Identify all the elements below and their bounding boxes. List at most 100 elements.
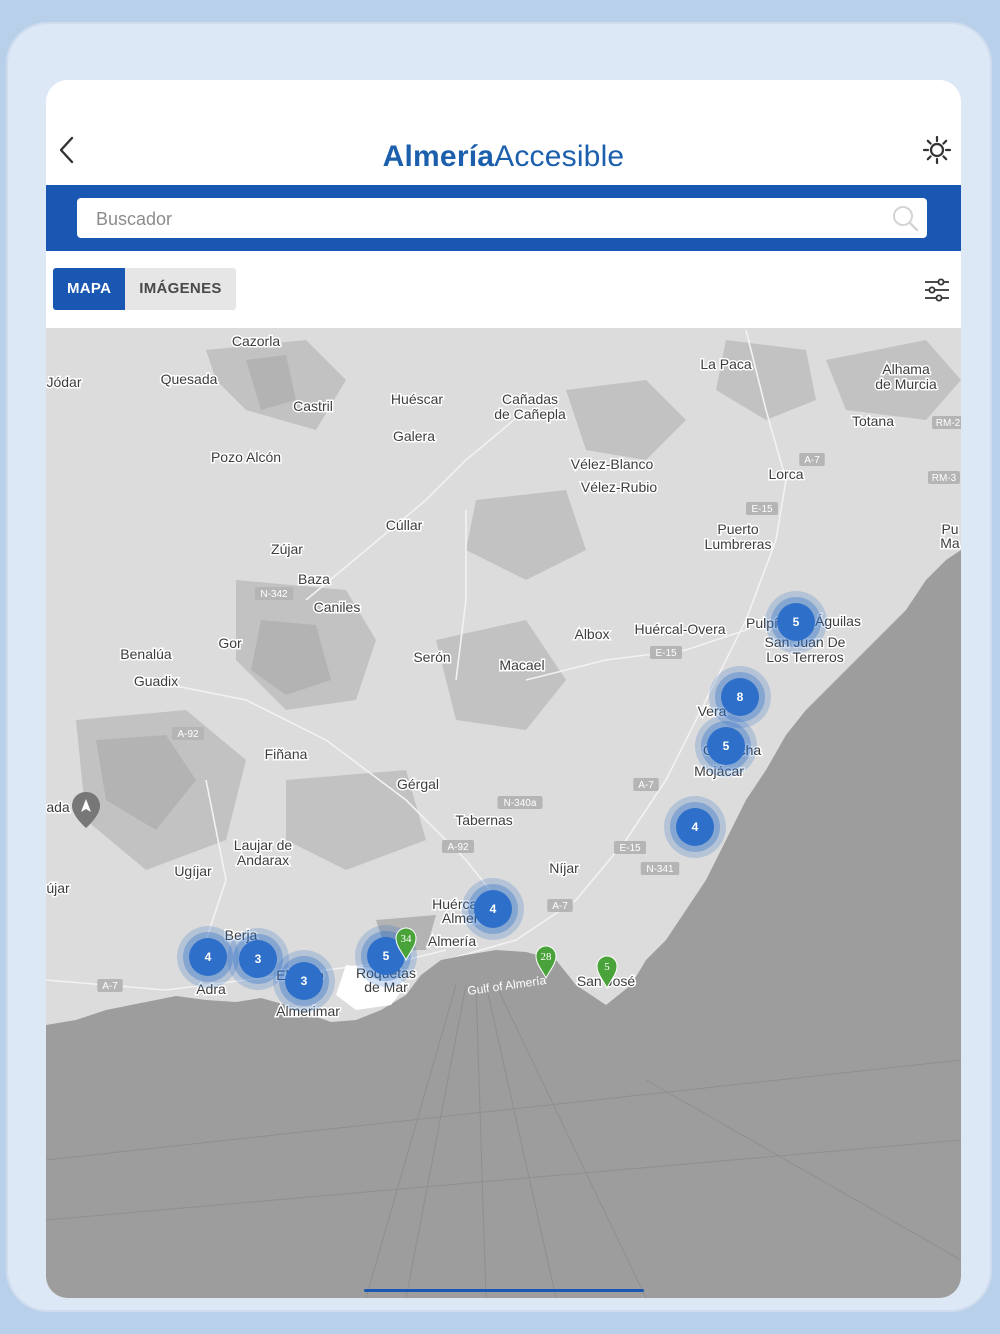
place-label: Albox [574, 626, 609, 642]
road-shield: RM-2 [932, 416, 961, 429]
cluster-marker[interactable]: 4 [664, 796, 726, 858]
app-logo: AlmeríaAccesible [46, 140, 961, 174]
cluster-count: 5 [383, 949, 390, 963]
cluster-count: 4 [205, 950, 212, 964]
cluster-marker[interactable]: 3 [273, 950, 335, 1012]
road-label: N-340a [504, 798, 537, 809]
place-label: de Cañepla [494, 406, 566, 422]
place-label: Vélez-Rubio [581, 479, 657, 495]
place-label: Vélez-Blanco [571, 456, 654, 472]
place-label: La Paca [700, 356, 752, 372]
place-label: de Murcia [875, 376, 937, 392]
tab-mapa[interactable]: MAPA [53, 268, 126, 310]
cluster-count: 5 [793, 615, 800, 629]
road-shield: A-7 [633, 778, 659, 791]
place-label: Macael [499, 657, 544, 673]
cluster-count: 4 [692, 820, 699, 834]
road-label: A-92 [177, 729, 199, 740]
road-label: N-342 [260, 589, 288, 600]
search-icon[interactable] [891, 204, 919, 232]
place-label: Cúllar [386, 517, 423, 533]
view-tabs: MAPA IMÁGENES [53, 268, 236, 310]
place-label: Andarax [237, 852, 289, 868]
map-view[interactable]: Cazorla Quesada Jódar Castril Huéscar Cañadas… [46, 328, 961, 1298]
cluster-marker[interactable]: 5 [695, 715, 757, 777]
road-shield: RM-3 [928, 471, 960, 484]
place-label: Ma [940, 535, 960, 551]
settings-button[interactable] [921, 134, 953, 166]
place-label: Zújar [271, 541, 303, 557]
place-label: Gérgal [397, 776, 439, 792]
place-label: Lumbreras [705, 536, 772, 552]
place-label: Serón [413, 649, 450, 665]
cluster-count: 4 [490, 902, 497, 916]
sliders-icon [925, 278, 949, 302]
app-screen: AlmeríaAccesible Buscador MAPA IMÁGENES … [46, 80, 961, 1298]
cluster-count: 8 [737, 690, 744, 704]
road-label: A-7 [102, 981, 118, 992]
place-label: ada [46, 799, 70, 815]
place-label: Lorca [768, 466, 803, 482]
road-label: A-7 [638, 780, 654, 791]
place-label: Alhama [882, 361, 930, 377]
cluster-marker[interactable]: 5 [765, 591, 827, 653]
road-shield: A-7 [799, 453, 825, 466]
logo-bold: Almería [382, 140, 495, 173]
tablet-frame: AlmeríaAccesible Buscador MAPA IMÁGENES … [6, 22, 992, 1312]
cluster-marker[interactable]: 4 [462, 878, 524, 940]
filter-button[interactable] [923, 277, 951, 303]
road-label: A-7 [804, 455, 820, 466]
place-label: Caniles [314, 599, 361, 615]
road-label: A-7 [552, 901, 568, 912]
road-shield: E-15 [650, 646, 682, 659]
place-label: Gor [218, 635, 242, 651]
place-label: Baza [298, 571, 330, 587]
road-shield: N-340a [497, 796, 543, 809]
tab-imagenes[interactable]: IMÁGENES [125, 268, 236, 310]
place-label: Tabernas [455, 812, 513, 828]
road-shield: E-15 [614, 841, 646, 854]
map-canvas[interactable]: Cazorla Quesada Jódar Castril Huéscar Cañadas… [46, 328, 961, 1298]
place-label: Quesada [161, 371, 218, 387]
road-label: E-15 [619, 843, 641, 854]
road-shield: A-92 [172, 727, 204, 740]
place-label: Galera [393, 428, 435, 444]
place-label: Pozo Alcón [211, 449, 281, 465]
search-band [46, 185, 961, 251]
road-shield: N-342 [254, 587, 294, 600]
place-label: Níjar [549, 860, 579, 876]
place-label: Puerto [717, 521, 758, 537]
place-label: Huéscar [391, 391, 443, 407]
road-label: RM-3 [932, 473, 957, 484]
pin-count: 5 [604, 961, 610, 973]
place-label: Cañadas [502, 391, 558, 407]
search-box [77, 198, 927, 240]
place-label: Fiñana [265, 746, 308, 762]
place-label: Ugíjar [174, 863, 212, 879]
logo-regular: Accesible [494, 140, 625, 173]
cluster-count: 3 [301, 974, 308, 988]
place-label: Castril [293, 398, 333, 414]
place-label: újar [46, 880, 70, 896]
road-label: A-92 [447, 842, 469, 853]
road-shield: A-92 [442, 840, 474, 853]
cluster-count: 3 [255, 952, 262, 966]
road-label: N-341 [646, 864, 674, 875]
cluster-count: 5 [723, 739, 730, 753]
place-label: Jódar [46, 374, 81, 390]
place-label: Huércal-Overa [634, 621, 725, 637]
search-input[interactable] [77, 198, 898, 240]
place-label: Guadix [134, 673, 178, 689]
pin-count: 34 [401, 933, 413, 945]
home-indicator [364, 1289, 644, 1292]
place-label: Almería [428, 933, 476, 949]
gear-icon [922, 135, 952, 165]
tabs-bar: MAPA IMÁGENES [46, 251, 961, 328]
road-shield: N-341 [640, 862, 680, 875]
place-label: Laujar de [234, 837, 293, 853]
road-shield: A-7 [97, 979, 123, 992]
place-label: Benalúa [120, 646, 172, 662]
place-label: Totana [852, 413, 894, 429]
road-label: RM-2 [936, 418, 961, 429]
pin-count: 28 [541, 951, 553, 963]
